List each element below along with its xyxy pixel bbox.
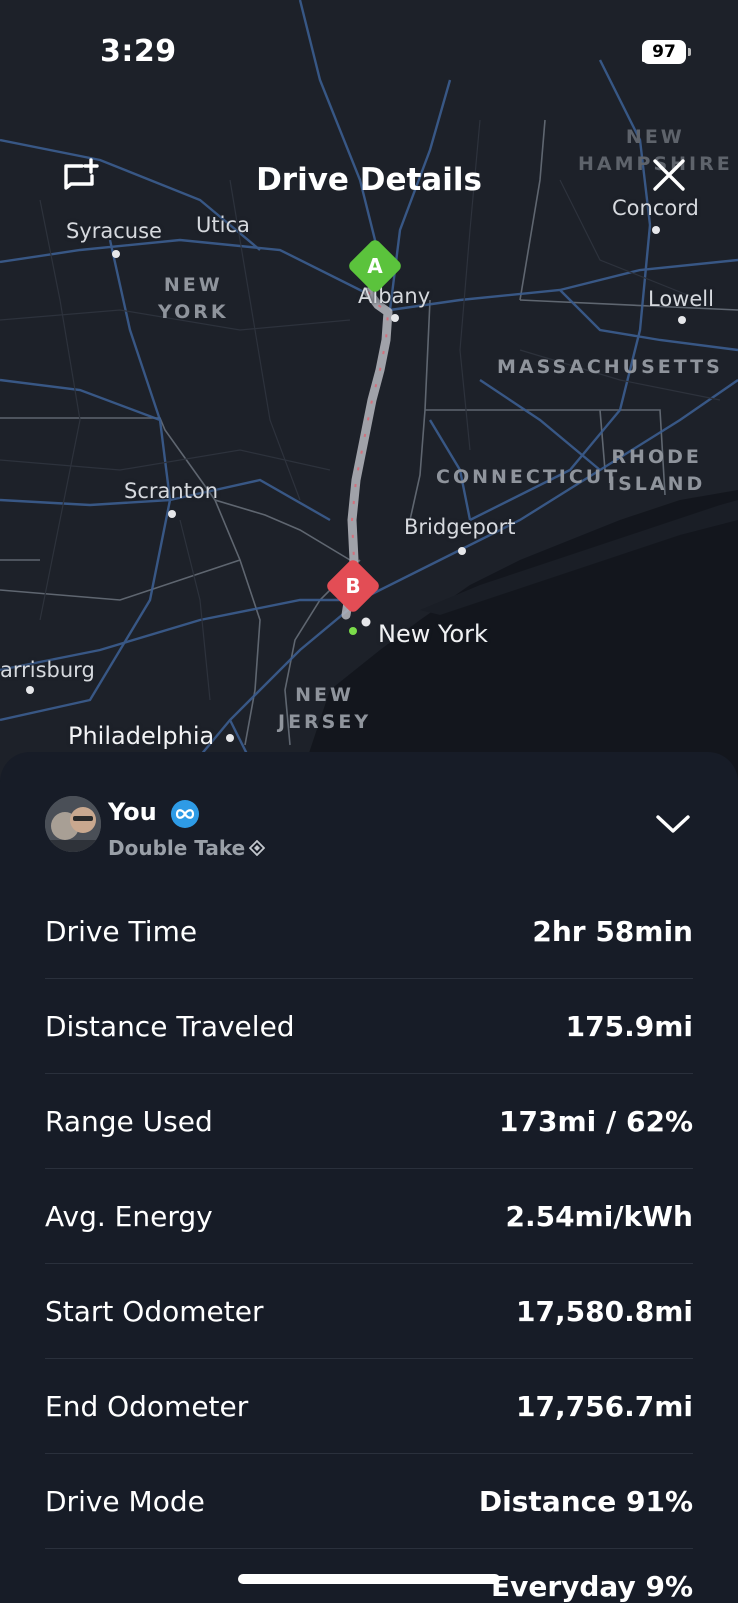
end-marker[interactable]: B — [324, 557, 382, 615]
detail-row-end-odometer: End Odometer 17,756.7mi — [45, 1359, 693, 1454]
city-label-harrisburg: arrisburg — [0, 658, 95, 682]
state-line: YORK — [158, 301, 229, 323]
detail-row-drive-time: Drive Time 2hr 58min — [45, 884, 693, 979]
map-canvas — [0, 0, 738, 780]
close-icon — [653, 159, 685, 191]
detail-row-avg-energy: Avg. Energy 2.54mi/kWh — [45, 1169, 693, 1264]
battery-icon: 97 — [642, 40, 691, 64]
vehicle-name: Double Take — [108, 836, 246, 860]
state-line: ISLAND — [608, 473, 706, 495]
city-label-new-york: New York — [378, 620, 488, 648]
driver-row[interactable]: You Double Take — [45, 796, 693, 860]
detail-label: Range Used — [45, 1104, 213, 1138]
membership-badge — [171, 800, 199, 828]
city-label-utica: Utica — [196, 213, 250, 237]
city-label-scranton: Scranton — [124, 479, 219, 503]
detail-value: 173mi / 62% — [499, 1104, 693, 1138]
state-label-rhode-island: RHODE ISLAND — [608, 444, 705, 498]
detail-value: 175.9mi — [565, 1009, 693, 1043]
state-line: NEW — [625, 126, 685, 148]
end-marker-label: B — [345, 574, 361, 598]
state-line: JERSEY — [278, 711, 372, 733]
state-label-massachusetts: MASSACHUSETTS — [497, 356, 723, 378]
user-name: You — [108, 798, 157, 826]
avatar — [45, 796, 101, 852]
battery-level: 97 — [652, 42, 676, 62]
avatar-image — [45, 796, 101, 852]
state-label-new-jersey: NEW JERSEY — [278, 682, 371, 736]
status-icons: 97 — [642, 40, 691, 64]
detail-value: 2.54mi/kWh — [505, 1199, 693, 1233]
page-title: Drive Details — [256, 162, 482, 198]
start-marker[interactable]: A — [346, 237, 404, 295]
expand-button[interactable] — [653, 804, 693, 844]
start-marker-label: A — [367, 254, 383, 278]
detail-value: 2hr 58min — [532, 914, 693, 948]
city-label-syracuse: Syracuse — [66, 219, 162, 243]
home-indicator[interactable] — [238, 1574, 500, 1584]
detail-label: Distance Traveled — [45, 1009, 295, 1043]
detail-row-distance: Distance Traveled 175.9mi — [45, 979, 693, 1074]
vehicle-name-row: Double Take — [108, 836, 266, 860]
city-label-bridgeport: Bridgeport — [404, 515, 516, 539]
detail-label: Start Odometer — [45, 1294, 264, 1328]
infinity-icon — [175, 809, 195, 819]
state-label-connecticut: CONNECTICUT — [436, 466, 621, 488]
state-line: NEW — [295, 684, 354, 706]
drive-mode-extra: Everyday 9% — [490, 1570, 693, 1603]
detail-label: Avg. Energy — [45, 1199, 213, 1233]
state-line: NEW — [163, 274, 223, 296]
city-label-lowell: Lowell — [648, 287, 714, 311]
detail-row-range-used: Range Used 173mi / 62% — [45, 1074, 693, 1169]
drive-details-list: Drive Time 2hr 58min Distance Traveled 1… — [45, 884, 693, 1549]
detail-value: 17,756.7mi — [516, 1389, 693, 1423]
vehicle-diamond-icon — [249, 840, 266, 856]
state-line: RHODE — [611, 446, 702, 468]
detail-label: Drive Time — [45, 914, 198, 948]
detail-row-start-odometer: Start Odometer 17,580.8mi — [45, 1264, 693, 1359]
detail-label: End Odometer — [45, 1389, 249, 1423]
detail-label: Drive Mode — [45, 1484, 205, 1518]
detail-row-drive-mode: Drive Mode Distance 91% — [45, 1454, 693, 1549]
detail-value: 17,580.8mi — [516, 1294, 693, 1328]
detail-value: Distance 91% — [478, 1484, 693, 1518]
route-map[interactable]: NEW YORK NEW HAMPSHIRE MASSACHUSETTS CON… — [0, 0, 738, 780]
state-label-new-york: NEW YORK — [158, 272, 229, 326]
chevron-down-icon — [656, 815, 690, 833]
city-label-philadelphia: Philadelphia — [68, 722, 215, 750]
status-time: 3:29 — [100, 34, 177, 69]
close-button[interactable] — [652, 158, 700, 206]
